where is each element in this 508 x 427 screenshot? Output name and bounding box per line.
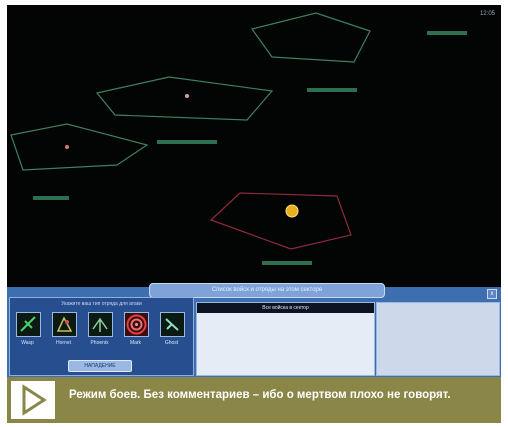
unit-slot[interactable]: Wasp — [16, 312, 44, 346]
info-box — [376, 302, 500, 376]
caption-marker — [11, 381, 55, 419]
fleet-marker[interactable] — [285, 204, 299, 218]
unit-selection-caption: Укажите ваш тип отряда для атаки — [61, 301, 142, 307]
jump-lane — [427, 31, 467, 35]
unit-label: Mark — [129, 340, 142, 346]
unit-slot[interactable]: Hornet — [52, 312, 80, 346]
phoenix-unit-icon[interactable] — [88, 312, 113, 337]
game-screenshot: 12:05 Список войск и отряды на этом сект… — [7, 5, 501, 423]
unit-list-header: Все войска в сектор — [197, 303, 374, 313]
ghost-unit-icon[interactable] — [160, 312, 185, 337]
unit-slot[interactable]: Mark — [124, 312, 152, 346]
planet-marker[interactable] — [65, 145, 69, 149]
jump-lane — [33, 196, 69, 200]
unit-slot[interactable]: Ghost — [160, 312, 188, 346]
close-button[interactable]: x — [487, 289, 497, 299]
unit-label: Wasp — [21, 340, 34, 346]
caption-text: Режим боев. Без комментариев – ибо о мер… — [69, 389, 451, 401]
star-map-canvas — [10, 12, 467, 265]
attack-button[interactable]: НАПАДЕНИЕ — [68, 360, 132, 372]
play-arrow-icon — [22, 384, 47, 416]
sector-outline[interactable] — [95, 76, 274, 121]
sector-outline[interactable] — [250, 12, 371, 63]
command-panel: Список войск и отряды на этом секторе x … — [7, 283, 501, 377]
unit-label: Ghost — [164, 340, 179, 346]
star-map[interactable]: 12:05 — [7, 5, 501, 292]
unit-list[interactable]: Все войска в сектор — [196, 302, 375, 376]
jump-lane — [157, 140, 217, 144]
jump-lane — [307, 88, 357, 92]
jump-lane — [262, 261, 312, 265]
hornet-unit-icon[interactable] — [52, 312, 77, 337]
sector-outline-hostile[interactable] — [209, 192, 352, 250]
panel-title: Список войск и отряды на этом секторе — [149, 283, 385, 298]
planet-marker[interactable] — [185, 94, 189, 98]
unit-slot[interactable]: Phoenix — [88, 312, 116, 346]
unit-label: Hornet — [55, 340, 71, 346]
sector-outline[interactable] — [10, 123, 149, 171]
unit-selection-box: Укажите ваш тип отряда для атаки Wasp Ho… — [9, 297, 194, 376]
screenshot-caption: Режим боев. Без комментариев – ибо о мер… — [7, 377, 501, 423]
unit-label: Phoenix — [90, 340, 109, 346]
target-unit-icon[interactable] — [124, 312, 149, 337]
hud-readout: 12:05 — [479, 11, 495, 17]
wasp-unit-icon[interactable] — [16, 312, 41, 337]
